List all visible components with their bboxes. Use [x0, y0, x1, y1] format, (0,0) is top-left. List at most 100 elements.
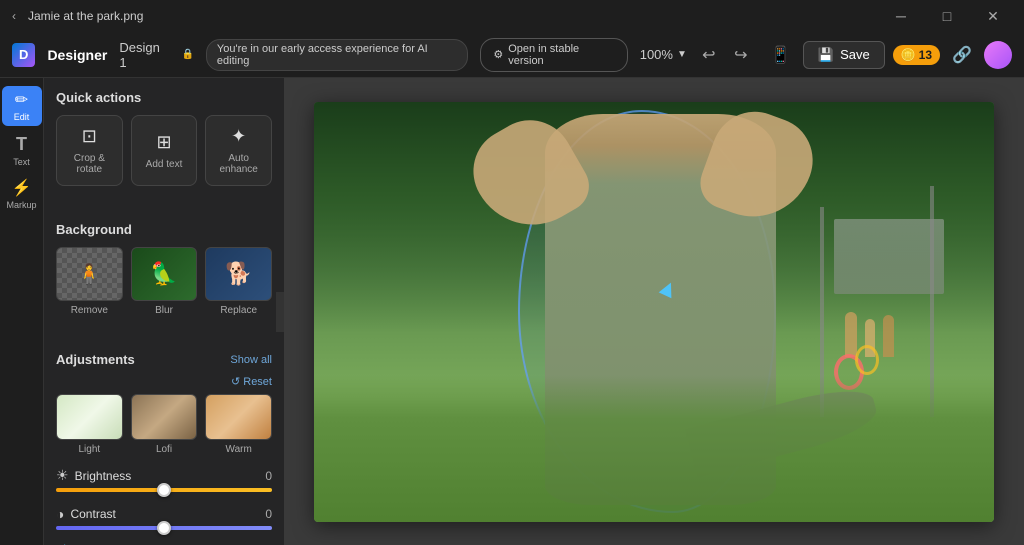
bg-blur-card[interactable]: 🦜 Blur: [131, 247, 198, 316]
auto-enhance-icon: ✦: [231, 126, 246, 147]
bg-person-1: [845, 312, 857, 357]
filter-warm-label: Warm: [226, 444, 252, 455]
bg-replace-thumb: 🐕: [205, 247, 272, 301]
quick-actions-grid: ⊡ Crop & rotate ⊞ Add text ✦ Auto enhanc…: [56, 115, 272, 186]
sidebar-panel: Quick actions ⊡ Crop & rotate ⊞ Add text…: [44, 78, 284, 545]
add-text-label: Add text: [146, 159, 183, 170]
contrast-track[interactable]: [56, 526, 272, 530]
window-controls: ─ □ ✕: [878, 0, 1016, 32]
early-access-text: You're in our early access experience fo…: [217, 43, 457, 67]
filter-light-label: Light: [78, 444, 100, 455]
stairs: [834, 219, 944, 294]
title-bar-left: ‹ Jamie at the park.png: [8, 9, 143, 23]
back-icon[interactable]: ‹: [8, 10, 20, 22]
crop-rotate-label: Crop & rotate: [63, 153, 116, 175]
contrast-icon: ◑: [56, 506, 64, 522]
reset-button[interactable]: ↺ Reset: [231, 375, 272, 388]
add-text-action[interactable]: ⊞ Add text: [131, 115, 198, 186]
sidebar-collapse-button[interactable]: ‹: [276, 292, 284, 332]
markup-icon: ⚡: [12, 178, 32, 198]
rail-item-edit[interactable]: ✏ Edit: [2, 86, 42, 126]
points-value: 13: [919, 48, 932, 62]
rail-label-text: Text: [13, 157, 30, 167]
undo-button[interactable]: ↩: [695, 41, 723, 69]
save-button[interactable]: 💾 Save: [803, 41, 885, 69]
app-bar: D Designer Design 1 🔒 You're in our earl…: [0, 32, 1024, 78]
contrast-thumb[interactable]: [157, 521, 171, 535]
filter-warm-thumb: [205, 394, 272, 440]
redo-button[interactable]: ↪: [727, 41, 755, 69]
contrast-header: ◑ Contrast 0: [56, 506, 272, 522]
filter-light-card[interactable]: Light: [56, 394, 123, 455]
mobile-preview-button[interactable]: 📱: [767, 41, 795, 69]
canvas-area[interactable]: [284, 78, 1024, 545]
main-content: ✏ Edit T Text ⚡ Markup Quick actions ⊡ C…: [0, 78, 1024, 545]
bg-replace-card[interactable]: 🐕 Replace: [205, 247, 272, 316]
points-badge: 🪙 13: [893, 45, 940, 65]
maximize-button[interactable]: □: [924, 0, 970, 32]
contrast-label-row: ◑ Contrast: [56, 506, 116, 522]
settings-icon: ⚙: [493, 48, 503, 61]
stable-version-button[interactable]: ⚙ Open in stable version: [480, 38, 627, 72]
share-button[interactable]: 🔗: [948, 41, 976, 69]
brightness-icon: ☀: [56, 467, 69, 484]
filter-grid: Light Lofi Warm: [56, 394, 272, 455]
grass-bottom: [314, 375, 994, 522]
contrast-label: Contrast: [70, 507, 115, 521]
show-all-button[interactable]: Show all: [230, 354, 272, 366]
lock-icon: 🔒: [181, 49, 193, 60]
close-button[interactable]: ✕: [970, 0, 1016, 32]
reset-icon: ↺: [231, 375, 240, 388]
bg-remove-thumb: 🧍: [56, 247, 123, 301]
coin-icon: 🪙: [901, 48, 916, 62]
zoom-value: 100%: [640, 47, 673, 62]
add-text-icon: ⊞: [156, 132, 171, 153]
auto-enhance-label: Auto enhance: [212, 153, 265, 175]
brightness-thumb[interactable]: [157, 483, 171, 497]
rail-item-markup[interactable]: ⚡ Markup: [2, 174, 42, 214]
brightness-slider-section: ☀ Brightness 0: [56, 467, 272, 496]
crop-rotate-action[interactable]: ⊡ Crop & rotate: [56, 115, 123, 186]
icon-rail: ✏ Edit T Text ⚡ Markup: [0, 78, 44, 545]
quick-actions-title: Quick actions: [56, 90, 272, 105]
rail-label-markup: Markup: [6, 200, 36, 210]
brightness-label: Brightness: [75, 469, 132, 483]
filter-warm-card[interactable]: Warm: [205, 394, 272, 455]
background-grid: 🧍 Remove 🦜 Blur 🐕 Replace: [56, 247, 272, 316]
edit-icon: ✏: [15, 90, 28, 110]
app-logo: D: [12, 43, 35, 67]
text-icon: T: [16, 134, 27, 155]
background-title: Background: [56, 222, 272, 237]
minimize-button[interactable]: ─: [878, 0, 924, 32]
contrast-slider-section: ◑ Contrast 0: [56, 506, 272, 534]
design-name[interactable]: Design 1: [119, 40, 169, 70]
hula-hoop-2: [855, 345, 879, 375]
app-name: Designer: [47, 47, 107, 63]
title-bar: ‹ Jamie at the park.png ─ □ ✕: [0, 0, 1024, 32]
auto-enhance-action[interactable]: ✦ Auto enhance: [205, 115, 272, 186]
bg-remove-label: Remove: [71, 305, 108, 316]
contrast-value: 0: [265, 507, 272, 521]
brightness-track[interactable]: [56, 488, 272, 492]
user-avatar[interactable]: [984, 41, 1012, 69]
bg-blur-label: Blur: [155, 305, 173, 316]
brightness-header: ☀ Brightness 0: [56, 467, 272, 484]
undo-redo-group: ↩ ↪: [695, 41, 755, 69]
bg-remove-card[interactable]: 🧍 Remove: [56, 247, 123, 316]
filter-lofi-label: Lofi: [156, 444, 172, 455]
filter-lofi-thumb: [131, 394, 198, 440]
save-icon: 💾: [818, 47, 834, 63]
bg-blur-thumb: 🦜: [131, 247, 198, 301]
app-bar-center: 100% ▼ ↩ ↪: [640, 41, 755, 69]
zoom-control[interactable]: 100% ▼: [640, 47, 687, 62]
rail-item-text[interactable]: T Text: [2, 130, 42, 170]
bg-replace-label: Replace: [220, 305, 257, 316]
filter-lofi-card[interactable]: Lofi: [131, 394, 198, 455]
adjustments-header: Adjustments Show all: [56, 352, 272, 367]
bg-person-3: [883, 315, 894, 357]
window-title: Jamie at the park.png: [28, 9, 143, 23]
chevron-down-icon: ▼: [677, 49, 687, 60]
cursor-indicator: [661, 282, 675, 296]
filter-light-thumb: [56, 394, 123, 440]
brightness-label-row: ☀ Brightness: [56, 467, 131, 484]
